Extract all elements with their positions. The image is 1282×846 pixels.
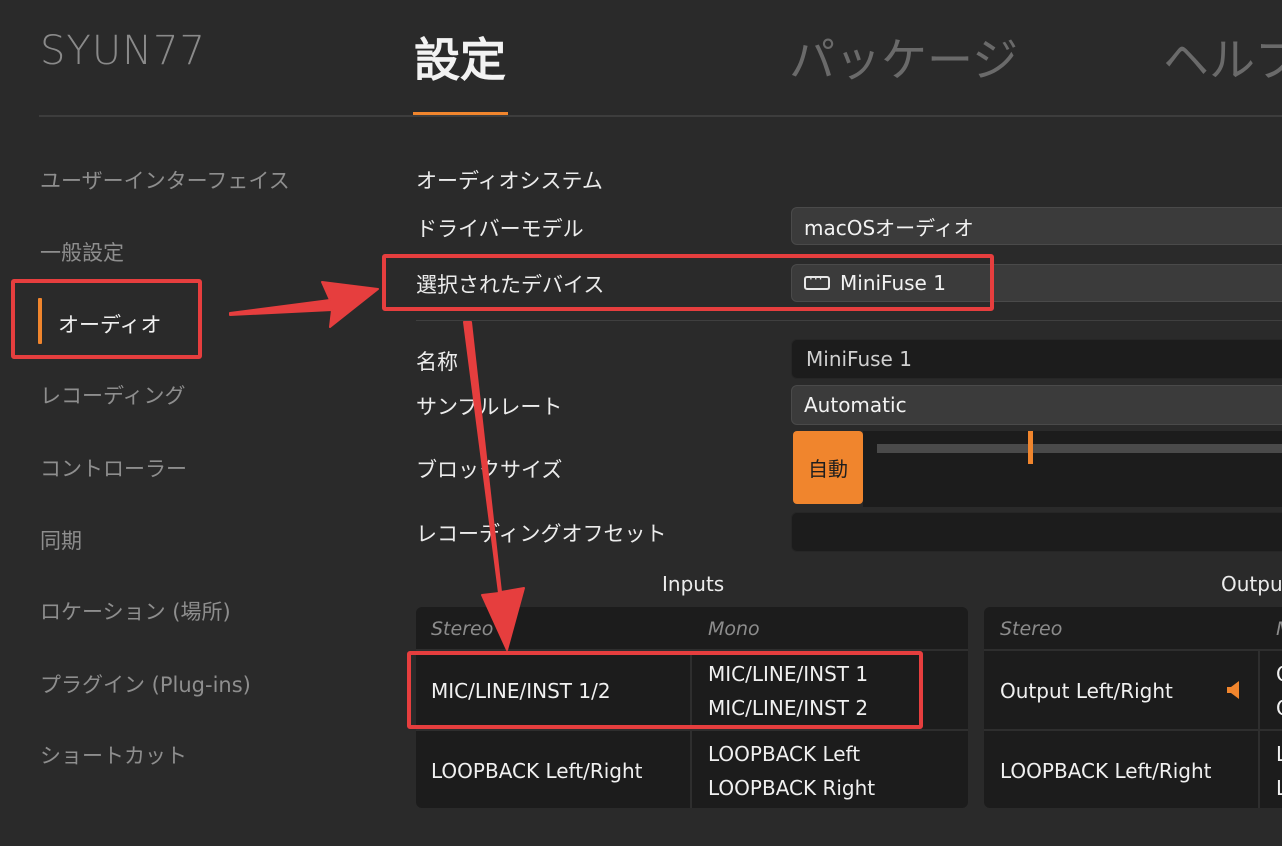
arrow-to-input [463,321,525,651]
arrow-to-device [229,281,379,328]
annotation-arrows [229,281,525,651]
